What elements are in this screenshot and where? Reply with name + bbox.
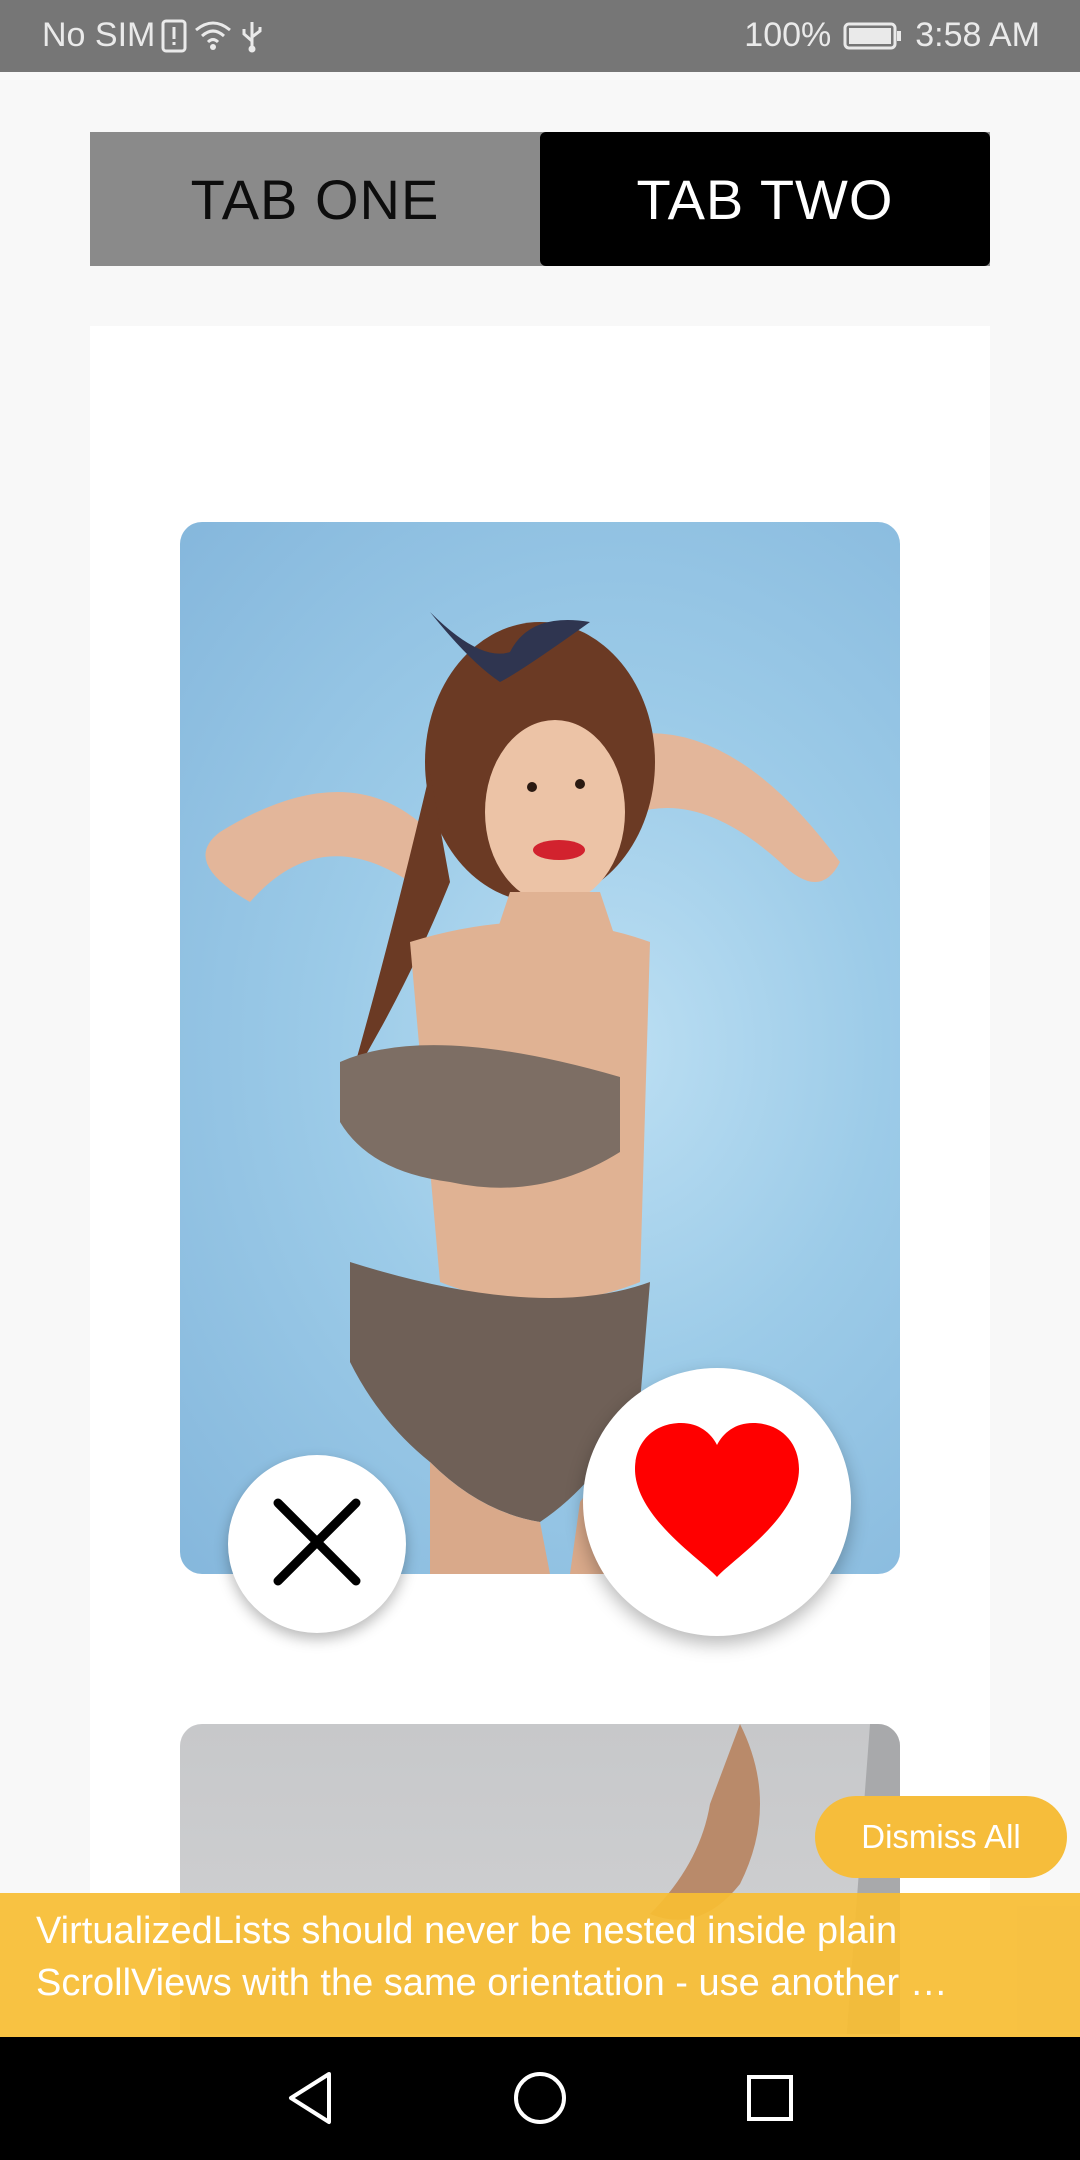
status-right: 100% 3:58 AM [744, 16, 1040, 55]
status-bar: No SIM 100% 3:58 AM [0, 0, 1080, 72]
status-left: No SIM [42, 16, 265, 55]
usb-icon [239, 19, 265, 53]
warning-banner[interactable]: VirtualizedLists should never be nested … [0, 1893, 1080, 2037]
close-icon [272, 1497, 362, 1592]
home-icon [512, 2070, 568, 2131]
like-button[interactable] [583, 1368, 851, 1636]
heart-icon [631, 1421, 803, 1584]
battery-icon [843, 21, 903, 51]
recents-button[interactable] [735, 2065, 805, 2135]
tab-bar: TAB ONE TAB TWO [90, 132, 990, 266]
carrier-text: No SIM [42, 16, 156, 54]
sim-alert-icon [161, 19, 187, 53]
battery-percent: 100% [744, 16, 832, 54]
back-button[interactable] [275, 2065, 345, 2135]
clock: 3:58 AM [915, 16, 1040, 54]
wifi-icon [193, 20, 233, 52]
tab-one[interactable]: TAB ONE [90, 132, 540, 266]
home-button[interactable] [505, 2065, 575, 2135]
recents-icon [745, 2073, 795, 2128]
back-icon [285, 2070, 335, 2131]
warning-line-2: ScrollViews with the same orientation - … [36, 1962, 948, 2004]
navigation-bar [0, 2037, 1080, 2160]
dislike-button[interactable] [228, 1455, 406, 1633]
tab-two[interactable]: TAB TWO [540, 132, 990, 266]
dismiss-all-button[interactable]: Dismiss All [815, 1796, 1067, 1878]
card-list[interactable] [90, 326, 990, 2034]
warning-line-1: VirtualizedLists should never be nested … [36, 1910, 898, 1952]
